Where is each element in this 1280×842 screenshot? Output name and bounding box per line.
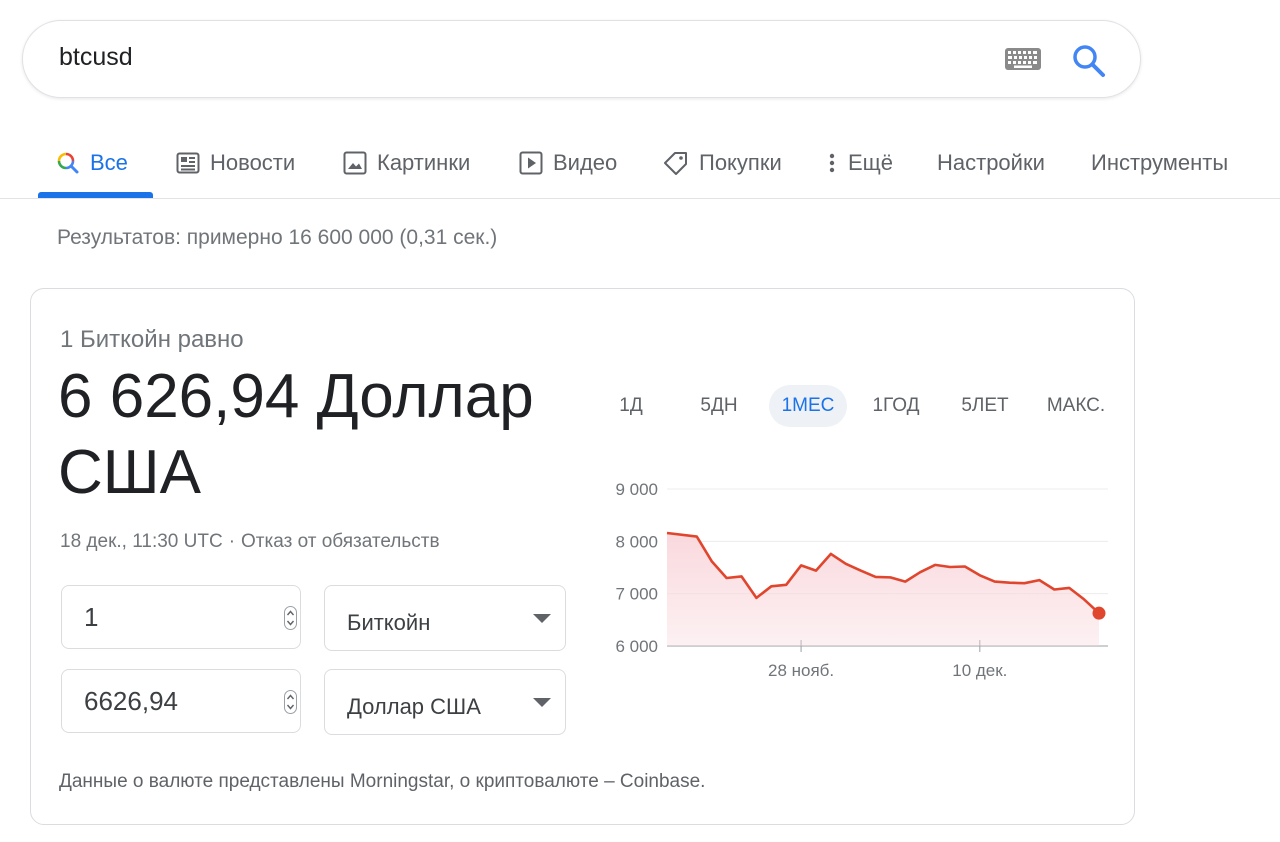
more-vert-icon <box>829 153 835 173</box>
range-1y[interactable]: 1ГОД <box>865 385 927 427</box>
play-icon <box>519 151 543 175</box>
range-5d[interactable]: 5ДН <box>691 385 747 427</box>
y-tick-label: 8 000 <box>615 532 658 551</box>
chevron-down-icon <box>533 698 551 707</box>
from-amount-value: 1 <box>84 602 99 632</box>
tab-label: Инструменты <box>1091 150 1229 175</box>
range-1m[interactable]: 1МЕС <box>769 385 847 427</box>
timestamp: 18 дек., 11:30 UTC <box>60 531 223 552</box>
tab-shopping[interactable]: Покупки <box>663 128 782 198</box>
tab-label: Ещё <box>848 150 894 175</box>
search-box[interactable]: btcusd <box>22 20 1141 98</box>
rate-value: 6 626,94 Доллар США <box>58 362 534 507</box>
from-currency-value: Биткойн <box>347 610 431 635</box>
image-icon <box>343 151 367 175</box>
y-tick-label: 6 000 <box>615 637 658 656</box>
y-tick-label: 7 000 <box>615 585 658 604</box>
source-note: Данные о валюте представлены Morningstar… <box>59 771 706 792</box>
tab-all[interactable]: Все <box>56 128 128 198</box>
price-chart: 6 000 7 000 8 000 9 000 28 нояб. 10 дек. <box>615 480 1108 680</box>
range-max[interactable]: МАКС. <box>1037 385 1115 427</box>
search-icon[interactable] <box>1071 43 1107 79</box>
x-tick-label: 10 дек. <box>952 661 1007 680</box>
tab-images[interactable]: Картинки <box>343 128 470 198</box>
disclaimer-link[interactable]: Отказ от обязательств <box>241 531 440 552</box>
from-amount-field[interactable]: 1 <box>61 585 301 649</box>
stepper-icon[interactable] <box>284 690 297 714</box>
current-price-dot <box>1092 606 1106 620</box>
to-currency-value: Доллар США <box>347 694 481 719</box>
range-1d[interactable]: 1Д <box>609 385 653 427</box>
search-multicolor-icon <box>57 152 79 174</box>
equals-label: 1 Биткойн равно <box>60 326 244 353</box>
range-5y[interactable]: 5ЛЕТ <box>951 385 1019 427</box>
y-tick-label: 9 000 <box>615 480 658 499</box>
timestamp-line: 18 дек., 11:30 UTC · Отказ от обязательств <box>60 531 440 553</box>
tab-news[interactable]: Новости <box>176 128 295 198</box>
separator: · <box>228 531 236 552</box>
to-amount-field[interactable]: 6626,94 <box>61 669 301 733</box>
tab-label: Настройки <box>937 150 1045 175</box>
tab-label: Картинки <box>377 150 471 175</box>
tab-label: Покупки <box>699 150 782 175</box>
x-tick-label: 28 нояб. <box>768 661 834 680</box>
keyboard-icon[interactable] <box>1005 48 1041 70</box>
currency-converter-card: 1 Биткойн равно 6 626,94 Доллар США 18 д… <box>30 288 1135 825</box>
search-tabs: Все Новости Картинки Видео Покупки Ещё Н… <box>0 128 1280 198</box>
tab-label: Все <box>90 150 128 175</box>
tab-video[interactable]: Видео <box>519 128 617 198</box>
search-input[interactable]: btcusd <box>59 43 133 72</box>
tab-label: Видео <box>553 150 618 175</box>
tab-settings[interactable]: Настройки <box>937 128 1045 198</box>
to-currency-select[interactable]: Доллар США <box>324 669 566 735</box>
tabs-divider <box>0 198 1280 199</box>
tab-more[interactable]: Ещё <box>826 128 893 198</box>
price-area <box>667 533 1099 646</box>
tab-label: Новости <box>210 150 296 175</box>
tag-icon <box>664 152 687 175</box>
from-currency-select[interactable]: Биткойн <box>324 585 566 651</box>
tab-tools[interactable]: Инструменты <box>1091 128 1228 198</box>
to-amount-value: 6626,94 <box>84 686 178 716</box>
stepper-icon[interactable] <box>284 606 297 630</box>
chevron-down-icon <box>533 614 551 623</box>
result-stats: Результатов: примерно 16 600 000 (0,31 с… <box>57 226 498 249</box>
newspaper-icon <box>176 152 200 174</box>
